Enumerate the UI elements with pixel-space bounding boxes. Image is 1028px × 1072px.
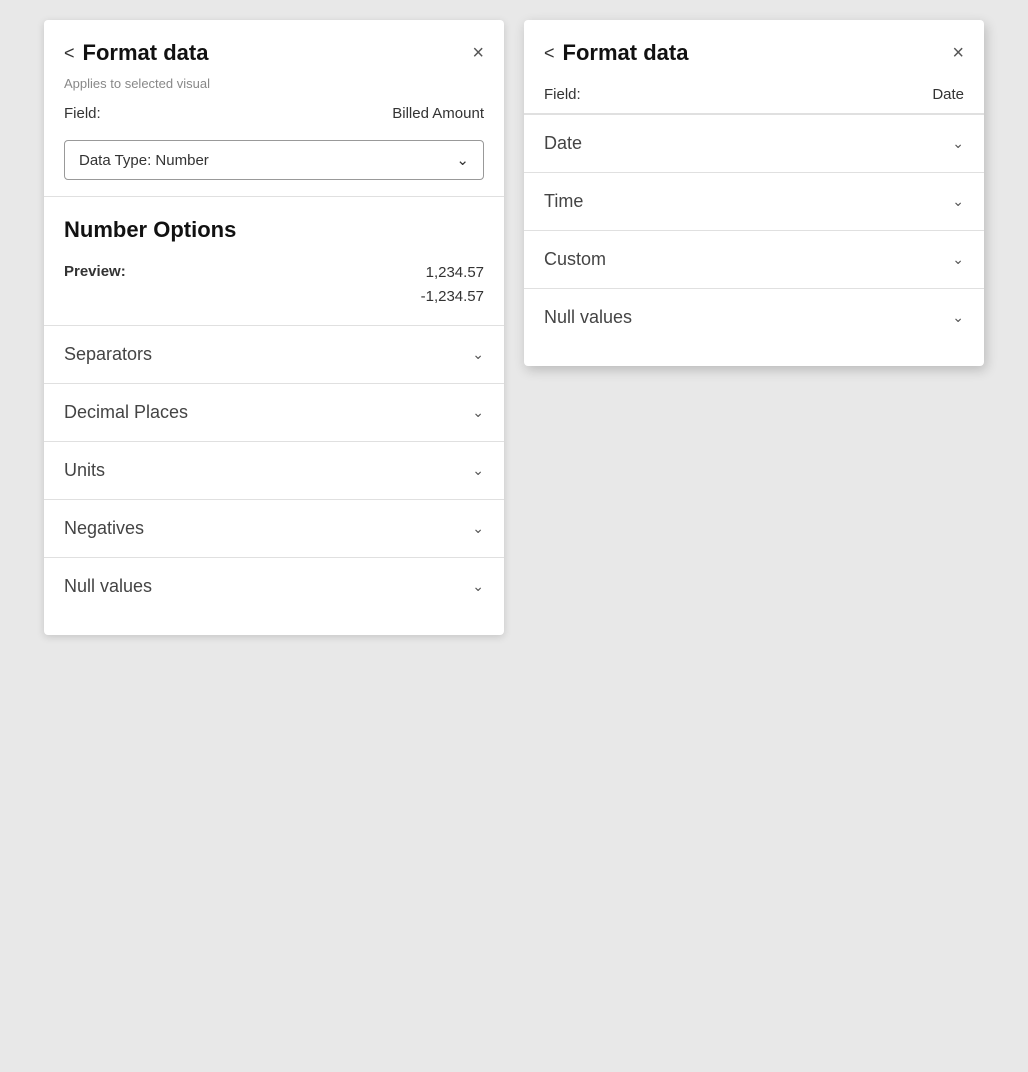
right-panel: < Format data × Field: Date Date ⌄ Time … [524, 20, 984, 366]
right-accordion-chevron-0: ⌄ [952, 135, 964, 152]
right-accordion-label-2: Custom [544, 249, 606, 270]
left-preview-positive: 1,234.57 [146, 261, 484, 285]
left-accordion-label-0: Separators [64, 344, 152, 365]
right-field-row: Field: Date [524, 76, 984, 114]
left-accordion-label-2: Units [64, 460, 105, 481]
left-accordion-header-4[interactable]: Null values ⌄ [44, 558, 504, 615]
right-accordion-chevron-1: ⌄ [952, 193, 964, 210]
right-accordion-header-1[interactable]: Time ⌄ [524, 173, 984, 230]
right-field-value: Date [932, 86, 964, 103]
right-accordion-header-3[interactable]: Null values ⌄ [524, 289, 984, 346]
left-accordion-item: Separators ⌄ [44, 325, 504, 383]
left-preview-values: 1,234.57 -1,234.57 [146, 261, 484, 309]
left-preview-row: Preview: 1,234.57 -1,234.57 [44, 253, 504, 325]
right-accordion-header-2[interactable]: Custom ⌄ [524, 231, 984, 288]
left-data-type-dropdown[interactable]: Data Type: Number ⌄ [64, 140, 484, 180]
right-back-arrow[interactable]: < [544, 43, 555, 64]
right-accordion-chevron-2: ⌄ [952, 251, 964, 268]
right-close-button[interactable]: × [952, 43, 964, 63]
left-section-heading: Number Options [44, 197, 504, 253]
left-panel-header: < Format data × [44, 20, 504, 76]
right-accordion-label-1: Time [544, 191, 583, 212]
right-accordions: Date ⌄ Time ⌄ Custom ⌄ Null values ⌄ [524, 114, 984, 346]
right-field-label: Field: [544, 86, 581, 103]
left-accordion-header-0[interactable]: Separators ⌄ [44, 326, 504, 383]
left-accordion-header-2[interactable]: Units ⌄ [44, 442, 504, 499]
left-preview-negative: -1,234.57 [146, 285, 484, 309]
left-panel-title: Format data [83, 40, 209, 66]
left-accordion-item: Units ⌄ [44, 441, 504, 499]
left-accordion-label-1: Decimal Places [64, 402, 188, 423]
left-field-label: Field: [64, 105, 101, 122]
right-accordion-label-0: Date [544, 133, 582, 154]
left-accordion-chevron-1: ⌄ [472, 404, 484, 421]
left-accordion-chevron-3: ⌄ [472, 520, 484, 537]
left-preview-label: Preview: [64, 261, 126, 280]
left-accordion-chevron-2: ⌄ [472, 462, 484, 479]
left-accordion-item: Null values ⌄ [44, 557, 504, 615]
left-field-row: Field: Billed Amount [44, 101, 504, 132]
left-back-arrow[interactable]: < [64, 43, 75, 64]
right-accordion-label-3: Null values [544, 307, 632, 328]
right-title-group: < Format data [544, 40, 688, 66]
left-title-group: < Format data [64, 40, 208, 66]
right-panel-title: Format data [563, 40, 689, 66]
left-data-type-chevron: ⌄ [456, 151, 469, 169]
right-accordion-item: Custom ⌄ [524, 230, 984, 288]
left-accordion-chevron-0: ⌄ [472, 346, 484, 363]
left-accordion-chevron-4: ⌄ [472, 578, 484, 595]
left-accordion-header-3[interactable]: Negatives ⌄ [44, 500, 504, 557]
left-accordion-label-4: Null values [64, 576, 152, 597]
left-close-button[interactable]: × [472, 43, 484, 63]
right-accordion-item: Null values ⌄ [524, 288, 984, 346]
right-accordion-chevron-3: ⌄ [952, 309, 964, 326]
left-panel: < Format data × Applies to selected visu… [44, 20, 504, 635]
right-accordion-item: Date ⌄ [524, 114, 984, 172]
right-accordion-header-0[interactable]: Date ⌄ [524, 115, 984, 172]
left-subtitle: Applies to selected visual [44, 76, 504, 101]
left-accordion-item: Decimal Places ⌄ [44, 383, 504, 441]
left-field-value: Billed Amount [392, 105, 484, 122]
right-panel-header: < Format data × [524, 20, 984, 76]
left-accordion-item: Negatives ⌄ [44, 499, 504, 557]
left-accordions: Separators ⌄ Decimal Places ⌄ Units ⌄ Ne… [44, 325, 504, 615]
right-accordion-item: Time ⌄ [524, 172, 984, 230]
left-data-type-label: Data Type: Number [79, 152, 209, 169]
left-accordion-header-1[interactable]: Decimal Places ⌄ [44, 384, 504, 441]
left-accordion-label-3: Negatives [64, 518, 144, 539]
